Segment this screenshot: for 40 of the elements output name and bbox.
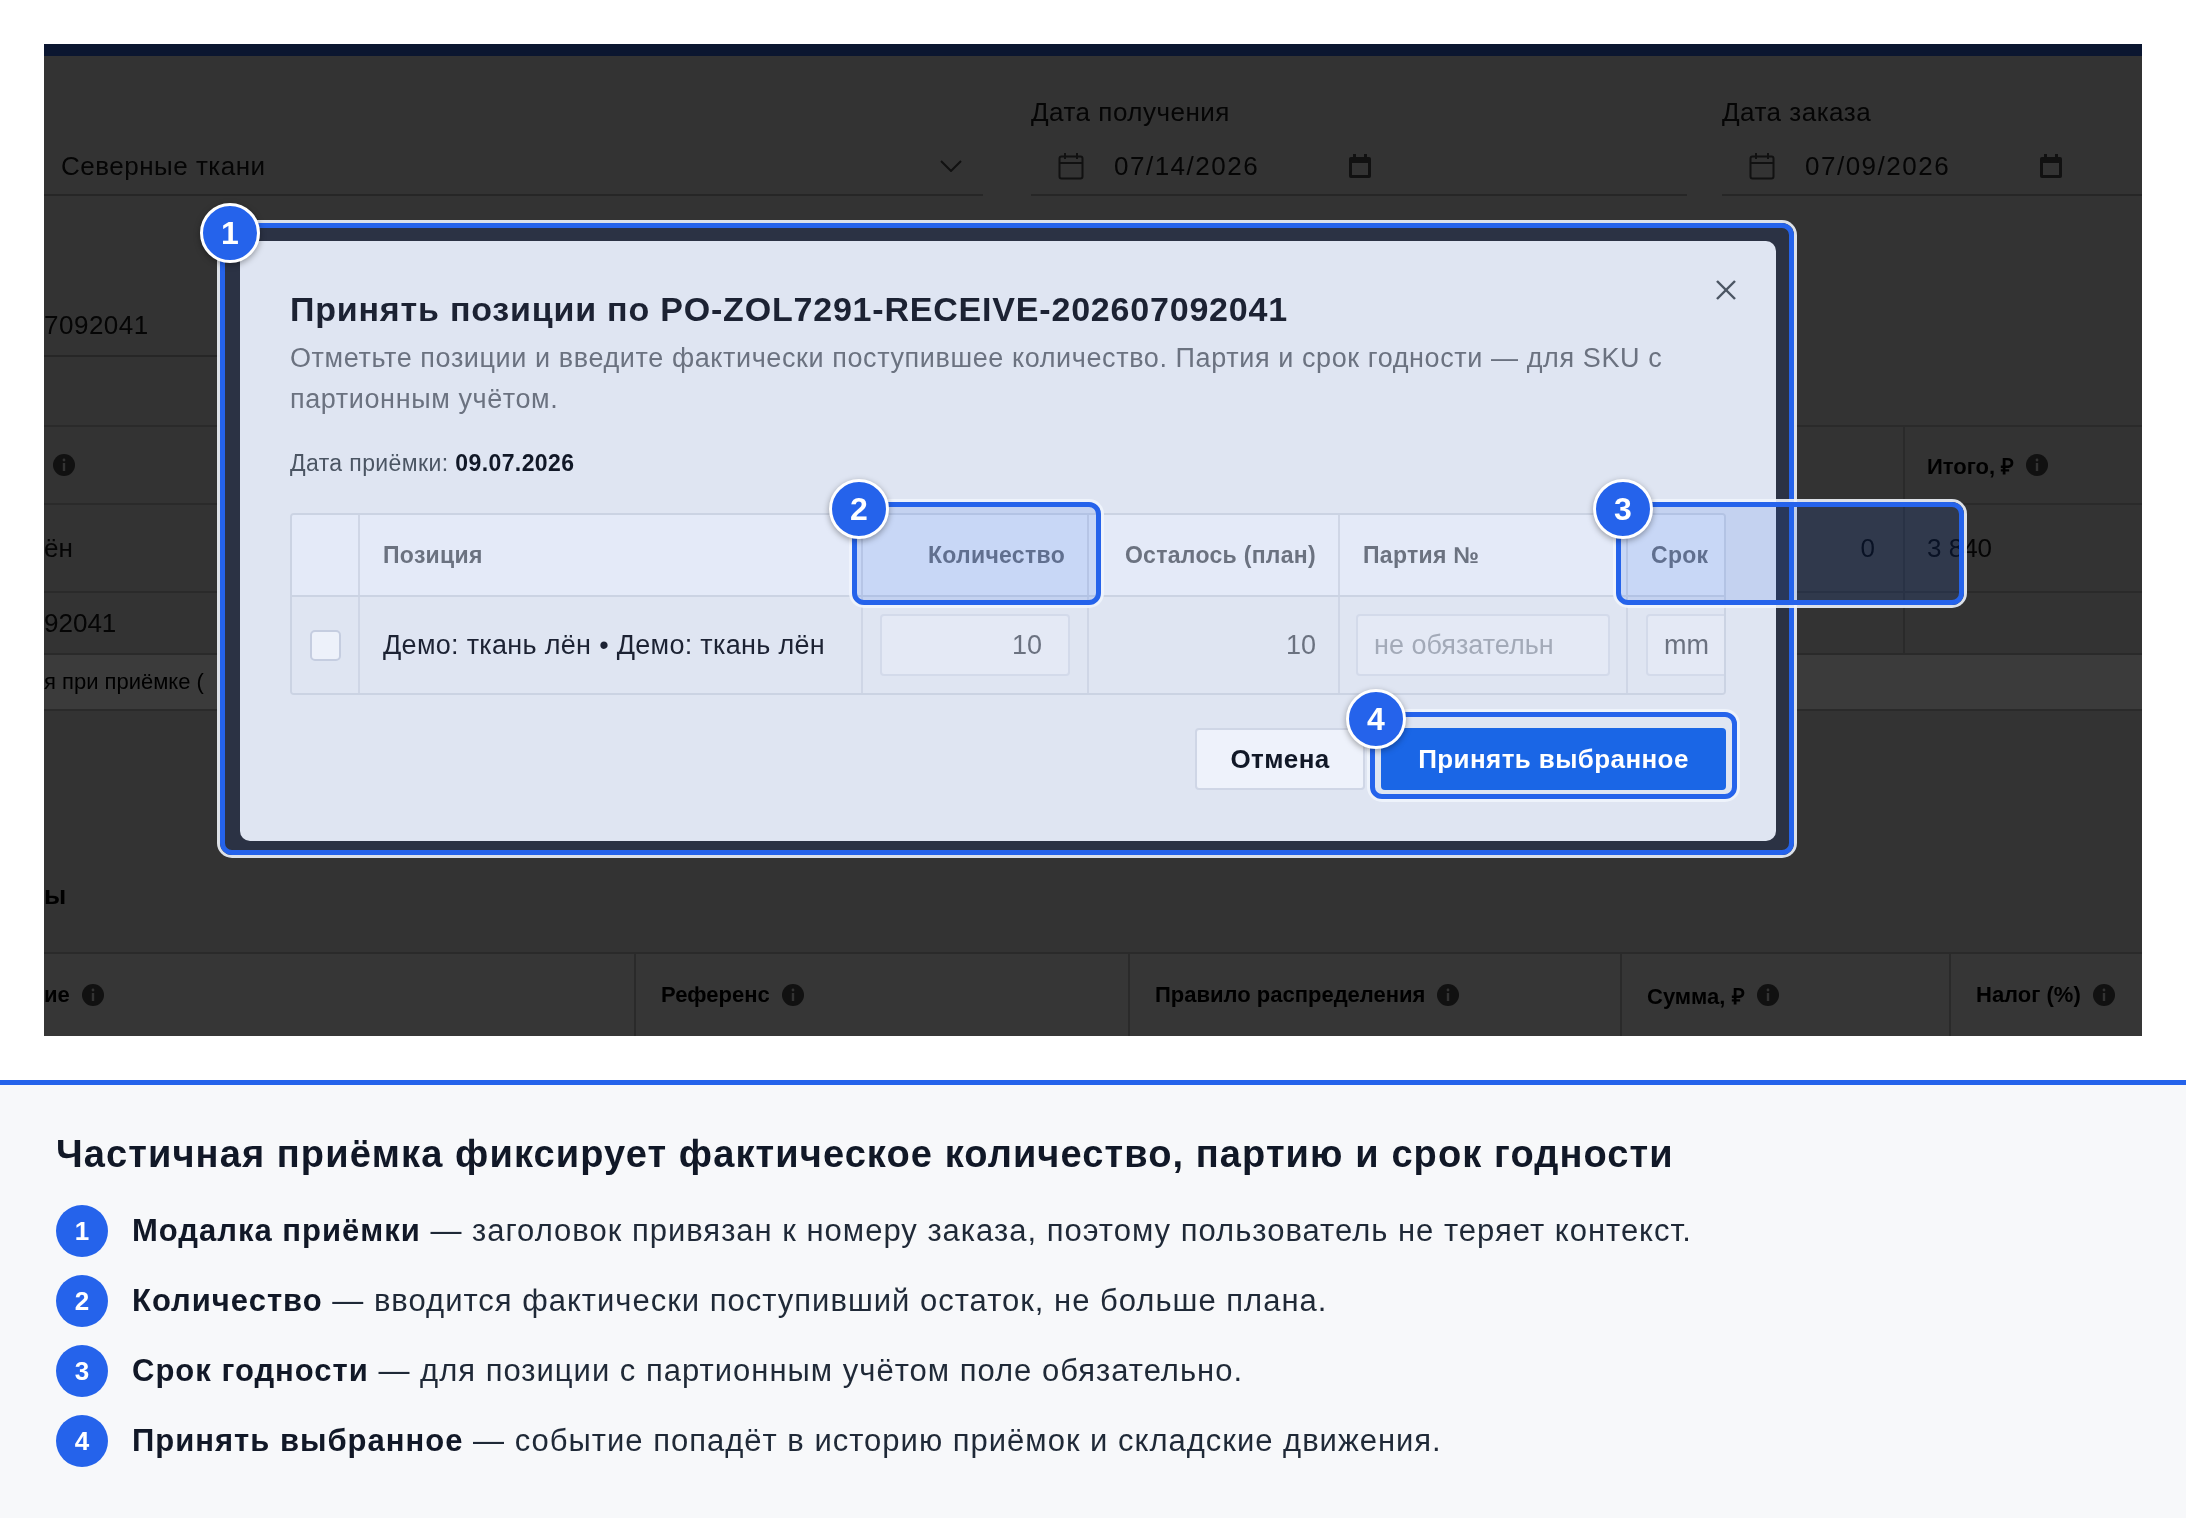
calendar-icon[interactable] [1349, 154, 1371, 178]
info-icon [1756, 984, 1779, 1006]
step-description: Количество — вводится фактически поступивший остаток, не больше плана. [132, 1283, 1328, 1319]
calendar-icon [1749, 152, 1775, 180]
step-number: 1 [56, 1205, 108, 1257]
column-header: Срок [1651, 541, 1709, 569]
item-name: Демо: ткань лён • Демо: ткань лён [383, 629, 826, 661]
caption-title: Частичная приёмка фиксирует фактическое количество, партию и срок годности [56, 1132, 1674, 1177]
calendar-icon [1058, 152, 1084, 180]
callout-number: 1 [200, 203, 260, 263]
modal-title: Принять позиции по PO-ZOL7291-RECEIVE-202607092041 [290, 289, 1288, 330]
info-icon [81, 984, 104, 1006]
info-icon [781, 984, 804, 1006]
info-icon [53, 454, 75, 476]
chevron-down-icon [940, 160, 962, 172]
batch-input[interactable]: не обязательн [1356, 614, 1610, 676]
receipt-date: Дата приёмки: 09.07.2026 [290, 449, 575, 478]
step-number: 3 [56, 1345, 108, 1397]
step-description: Срок годности — для позиции с партионным учётом поле обязательно. [132, 1353, 1244, 1389]
column-header: Количество [927, 541, 1065, 569]
close-icon[interactable] [1714, 278, 1738, 302]
step-number: 4 [56, 1415, 108, 1467]
column-header: Осталось (план) [1124, 541, 1316, 569]
checkbox[interactable] [309, 629, 341, 661]
column-header: Партия № [1363, 541, 1480, 569]
step-description: Принять выбранное — событие попадёт в историю приёмок и складские движения. [132, 1423, 1442, 1459]
accept-button[interactable]: Принять выбранное [1381, 728, 1726, 790]
quantity-input[interactable]: 10 [880, 614, 1070, 676]
step-number: 2 [56, 1275, 108, 1327]
cancel-button[interactable]: Отмена [1195, 728, 1365, 790]
info-icon [2092, 984, 2115, 1006]
info-icon [1437, 984, 1460, 1006]
step-description: Модалка приёмки — заголовок привязан к номеру заказа, поэтому пользователь не теряет контекст. [132, 1213, 1692, 1249]
hint-text: я при приёмке ( [44, 669, 204, 695]
expiry-date-input[interactable]: mm [1646, 614, 1724, 676]
modal-description: Отметьте позиции и введите фактически поступившее количество. Партия и срок годности — для SKU с партионным учётом. [290, 342, 1664, 416]
info-icon [2026, 454, 2049, 476]
table-cell: 10 [1285, 629, 1316, 661]
calendar-icon[interactable] [2040, 154, 2062, 178]
column-header: Позиция [383, 541, 483, 569]
